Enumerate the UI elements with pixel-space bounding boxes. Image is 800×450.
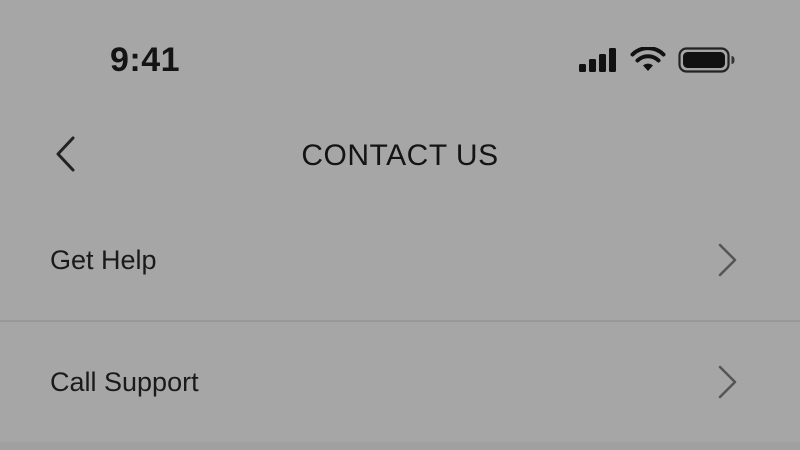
wifi-icon bbox=[630, 47, 666, 73]
status-time: 9:41 bbox=[110, 41, 181, 79]
contact-us-screen: 9:41 CONTACT US Get Help Call Support bbox=[0, 0, 800, 450]
chevron-right-icon bbox=[716, 364, 740, 400]
bottom-divider bbox=[0, 442, 800, 450]
menu-item-get-help[interactable]: Get Help bbox=[0, 200, 800, 320]
cellular-signal-icon bbox=[578, 48, 618, 72]
status-icons bbox=[578, 45, 736, 75]
chevron-right-icon bbox=[716, 242, 740, 278]
status-bar: 9:41 bbox=[0, 0, 800, 110]
navigation-header: CONTACT US bbox=[0, 118, 800, 194]
menu-item-call-support[interactable]: Call Support bbox=[0, 320, 800, 444]
menu-item-label: Call Support bbox=[50, 367, 199, 397]
menu-item-label: Get Help bbox=[50, 245, 157, 275]
page-title: CONTACT US bbox=[301, 139, 499, 172]
battery-icon bbox=[678, 46, 736, 74]
contact-menu-list: Get Help Call Support bbox=[0, 200, 800, 444]
